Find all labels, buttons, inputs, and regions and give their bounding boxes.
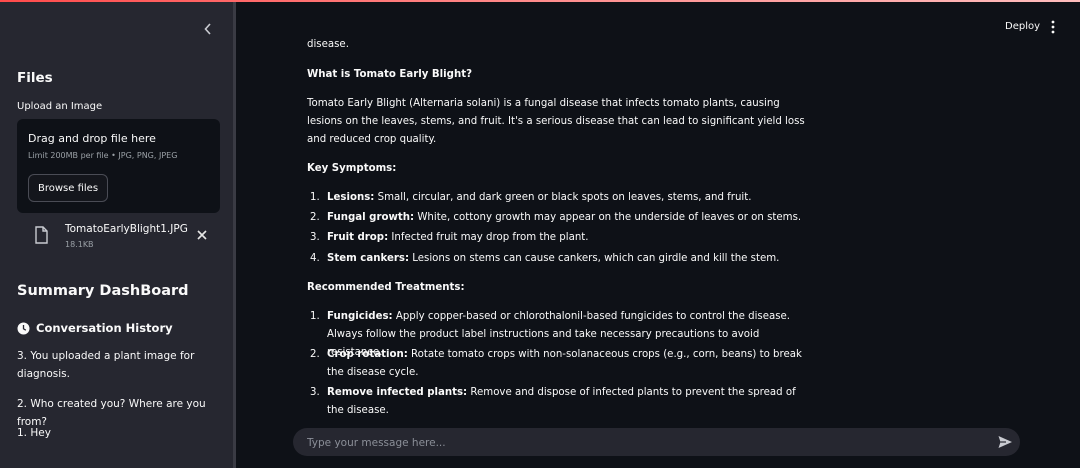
history-item: 1. Hey — [17, 427, 51, 439]
uploaded-file-size: 18.1KB — [65, 240, 94, 249]
list-number: 1. — [310, 192, 320, 203]
chat-input-bar — [293, 428, 1020, 458]
list-term: Crop rotation: — [327, 349, 408, 360]
deploy-button[interactable]: Deploy — [1000, 19, 1045, 34]
list-number: 3. — [310, 232, 320, 243]
intro-paragraph: Tomato Early Blight (Alternaria solani) … — [307, 98, 805, 145]
list-term: Fungicides: — [327, 311, 393, 322]
sidebar-resize-handle[interactable] — [233, 2, 236, 468]
message-fragment: disease. — [307, 39, 349, 50]
file-dropzone[interactable]: Drag and drop file here Limit 200MB per … — [17, 119, 220, 213]
list-text: Infected fruit may drop from the plant. — [388, 232, 589, 243]
list-number: 2. — [310, 212, 320, 223]
conversation-history-label: Conversation History — [36, 321, 173, 335]
dropzone-title: Drag and drop file here — [28, 132, 156, 145]
sidebar: Files Upload an Image Drag and drop file… — [0, 2, 233, 468]
list-term: Fruit drop: — [327, 232, 389, 243]
list-number: 4. — [310, 253, 320, 264]
list-number: 3. — [310, 387, 320, 398]
more-vertical-icon[interactable] — [1047, 19, 1059, 35]
list-text: Lesions on stems can cause cankers, whic… — [409, 253, 780, 264]
close-icon[interactable] — [195, 228, 209, 242]
dropzone-limit: Limit 200MB per file • JPG, PNG, JPEG — [28, 151, 178, 160]
list-number: 2. — [310, 349, 320, 360]
clock-icon — [17, 322, 30, 334]
list-text: Small, circular, and dark green or black… — [374, 192, 752, 203]
history-item: 3. You uploaded a plant image for diagno… — [17, 350, 195, 380]
chat-input[interactable] — [305, 428, 979, 458]
question-heading: What is Tomato Early Blight? — [307, 69, 472, 80]
conversation-history-heading: Conversation History — [17, 321, 173, 335]
uploaded-file-name: TomatoEarlyBlight1.JPG — [65, 223, 188, 235]
file-icon — [35, 226, 48, 244]
upload-label: Upload an Image — [17, 101, 103, 112]
chevron-left-icon — [204, 23, 211, 35]
list-text: White, cottony growth may appear on the … — [414, 212, 802, 223]
list-term: Stem cankers: — [327, 253, 410, 264]
send-icon[interactable] — [997, 434, 1013, 450]
list-term: Lesions: — [327, 192, 375, 203]
list-term: Remove infected plants: — [327, 387, 468, 398]
browse-files-button[interactable]: Browse files — [28, 174, 109, 202]
collapse-sidebar-button[interactable] — [200, 22, 216, 40]
list-term: Fungal growth: — [327, 212, 415, 223]
files-heading: Files — [17, 70, 53, 86]
treatments-heading: Recommended Treatments: — [307, 282, 465, 293]
summary-dashboard-heading: Summary DashBoard — [17, 283, 189, 299]
list-number: 1. — [310, 311, 320, 322]
symptoms-heading: Key Symptoms: — [307, 163, 397, 174]
